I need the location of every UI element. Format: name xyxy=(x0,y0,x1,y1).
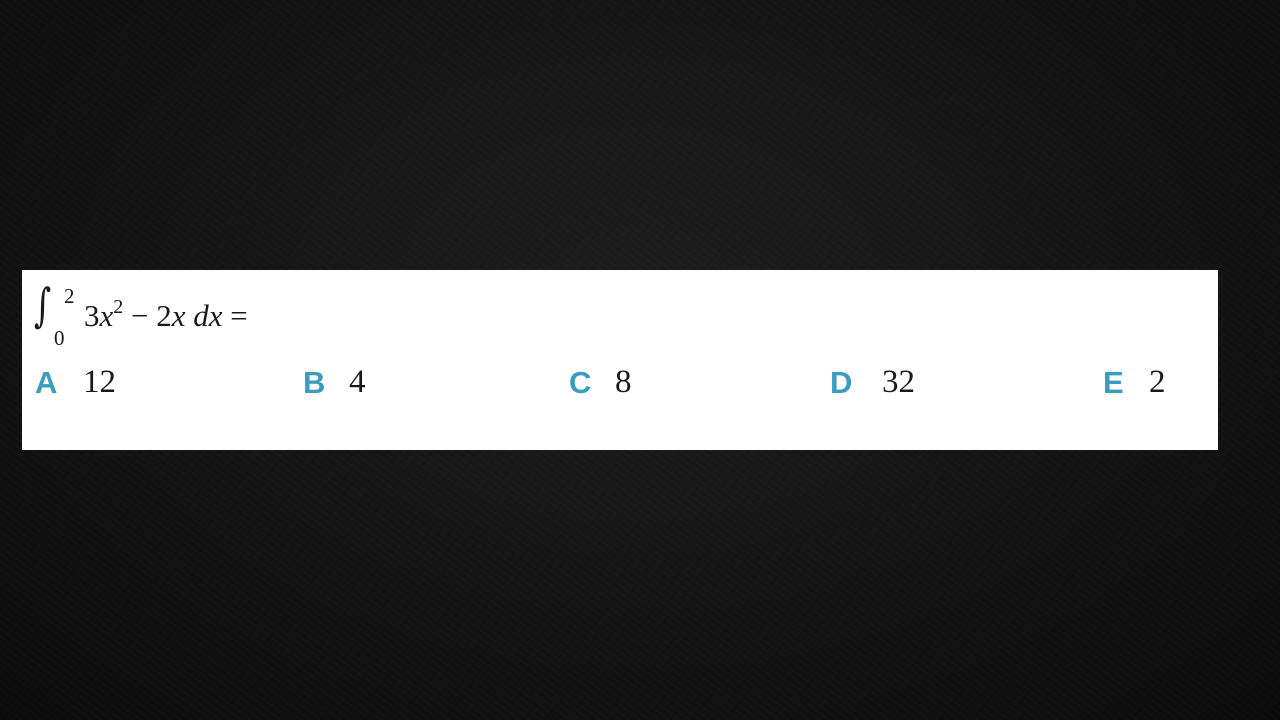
equals-sign: = xyxy=(230,298,248,333)
answer-choices: A 12 B 4 C 8 D 32 E 2 xyxy=(22,362,1218,402)
coefficient-1: 3 xyxy=(84,298,100,333)
choice-letter: E xyxy=(1103,364,1124,400)
coefficient-2: 2 xyxy=(156,298,172,333)
choice-value: 32 xyxy=(882,363,915,400)
minus-operator: − xyxy=(123,298,157,333)
choice-a[interactable]: A 12 xyxy=(35,362,116,402)
integral-sign: ∫ xyxy=(34,278,52,332)
lower-limit: 0 xyxy=(54,326,65,350)
choice-value: 12 xyxy=(83,363,116,400)
variable-x-2: x xyxy=(171,298,186,333)
choice-letter: D xyxy=(830,364,853,400)
choice-letter: B xyxy=(303,364,326,400)
choice-value: 8 xyxy=(615,363,632,400)
question-card: ∫ 2 0 3x2 − 2x dx = A 12 B 4 C 8 D 32 E … xyxy=(22,270,1218,450)
choice-e[interactable]: E 2 xyxy=(1103,362,1166,402)
choice-d[interactable]: D 32 xyxy=(830,362,915,402)
choice-letter: C xyxy=(569,364,592,400)
choice-value: 2 xyxy=(1149,363,1166,400)
choice-c[interactable]: C 8 xyxy=(569,362,632,402)
differential: dx xyxy=(185,298,231,333)
exponent: 2 xyxy=(113,295,124,318)
choice-b[interactable]: B 4 xyxy=(303,362,366,402)
integrand: 3x2 − 2x dx = xyxy=(84,297,248,333)
choice-value: 4 xyxy=(349,363,366,400)
upper-limit: 2 xyxy=(64,284,75,308)
integral-expression: ∫ 2 0 3x2 − 2x dx = xyxy=(34,282,434,352)
choice-letter: A xyxy=(35,364,58,400)
variable-x-1: x xyxy=(99,298,114,333)
